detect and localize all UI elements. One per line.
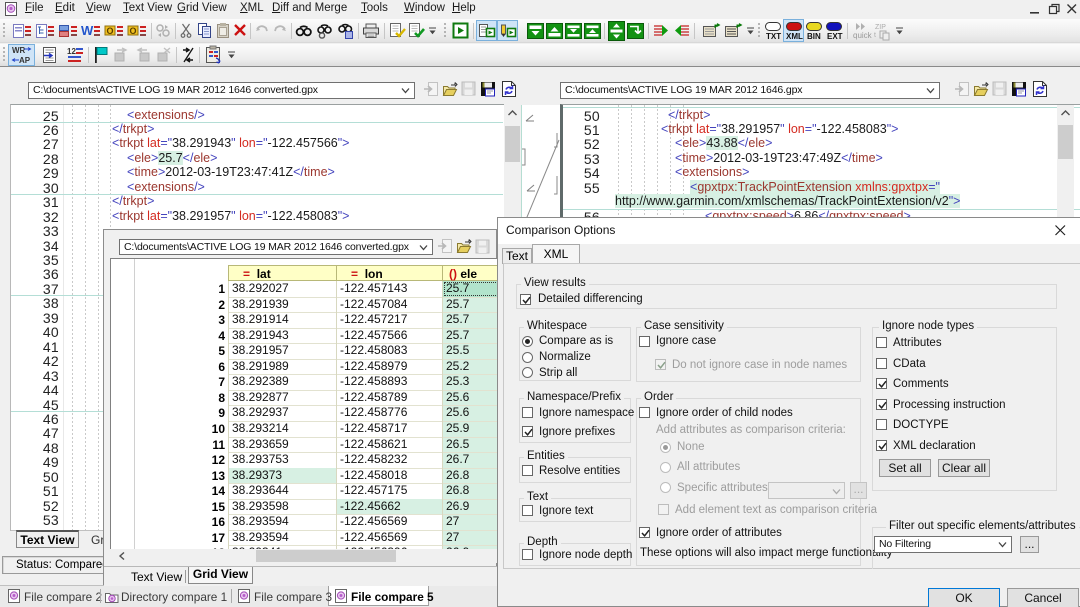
svg-text:EXT: EXT [827,32,843,41]
svg-text:BIN: BIN [807,32,821,41]
svg-text:O: O [130,26,137,36]
svg-text:O: O [107,26,114,36]
svg-text:quick: quick [853,31,872,40]
svg-text:W: W [81,23,94,38]
svg-text:XML: XML [786,32,803,41]
svg-text:TXT: TXT [766,32,781,41]
svg-text:12: 12 [67,47,76,56]
svg-text:t: t [874,32,876,39]
svg-text:ZIP: ZIP [875,24,886,31]
svg-text:AP: AP [19,56,31,65]
svg-text:WR: WR [12,46,26,55]
